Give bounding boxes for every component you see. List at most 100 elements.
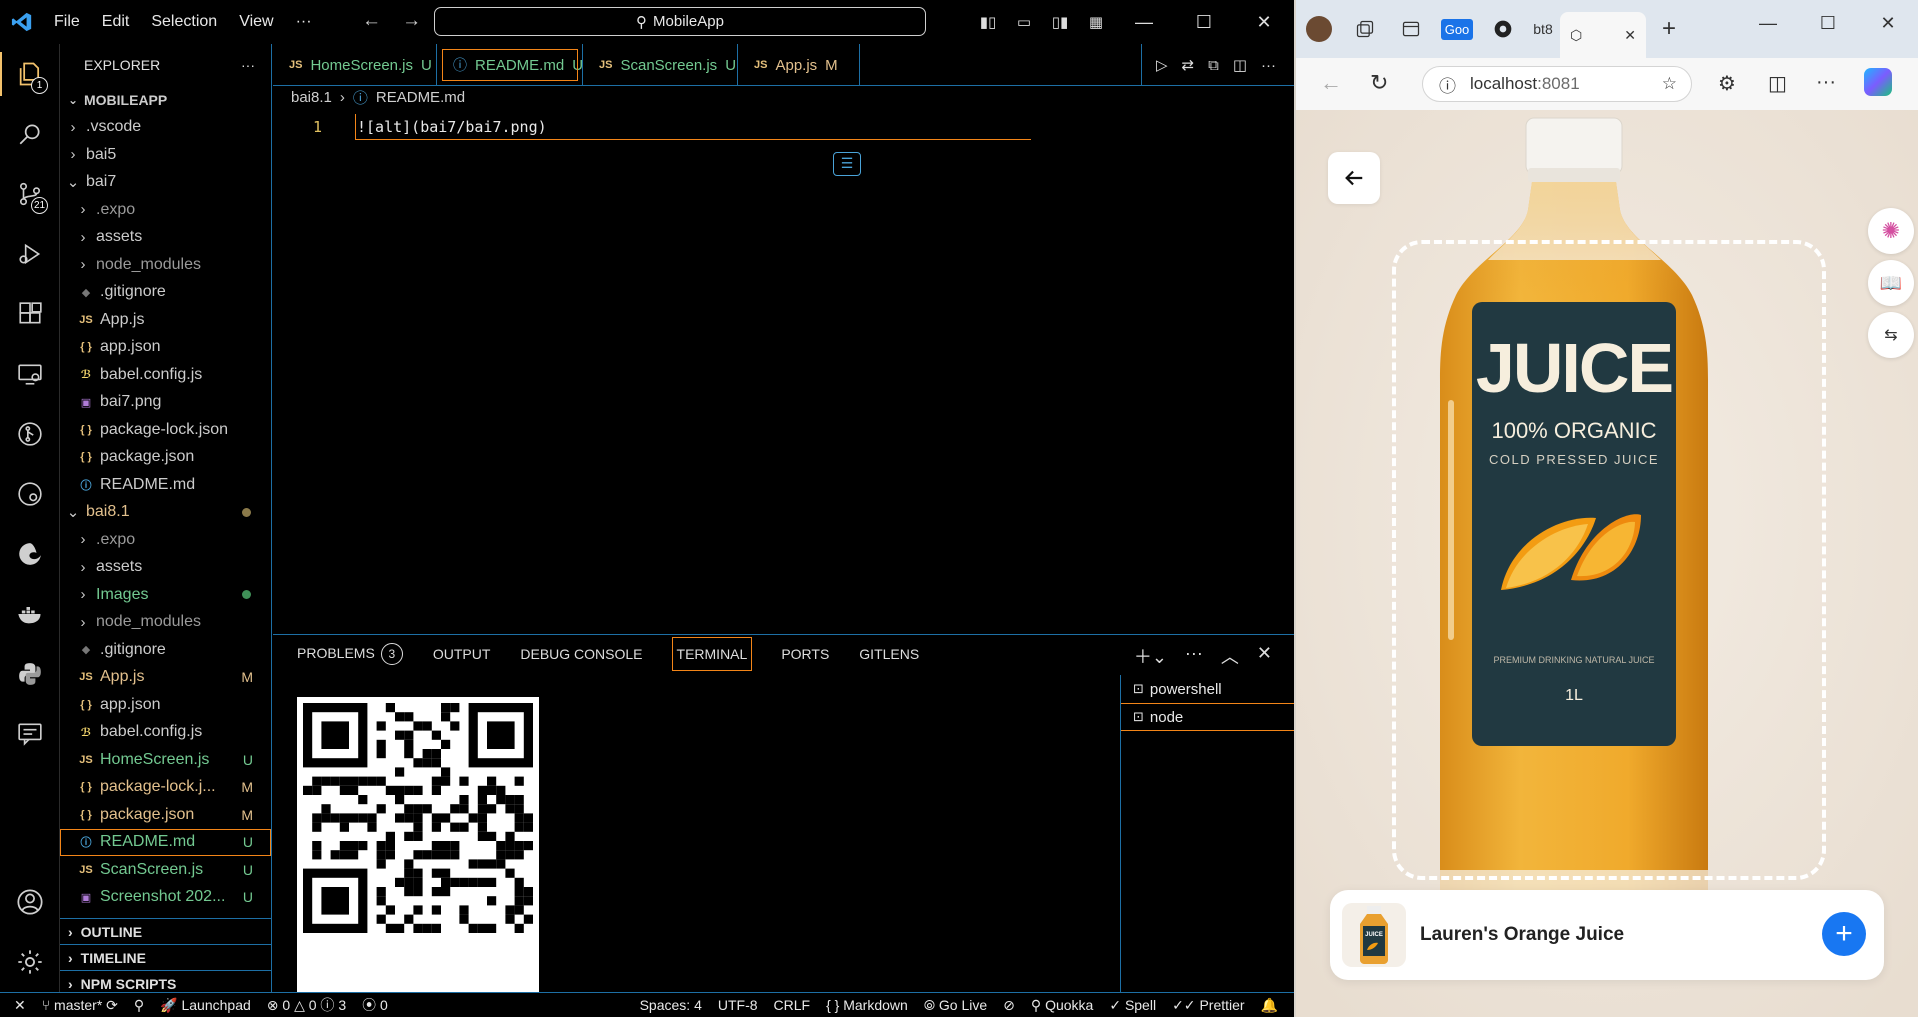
tab-actions-icon[interactable] (1388, 0, 1434, 58)
eol-status[interactable]: CRLF (774, 997, 811, 1013)
tree-file[interactable]: ▣ Screenshot 202... U (60, 884, 271, 912)
site-info-icon[interactable]: ⓘ (1439, 72, 1456, 97)
panel-tab-output[interactable]: OUTPUT (433, 646, 491, 662)
maximize-icon[interactable]: ☐ (1798, 13, 1858, 34)
browser-menu-icon[interactable]: ··· (1816, 71, 1836, 94)
new-tab-icon[interactable]: + (1646, 0, 1692, 58)
compare-icon[interactable]: ⇄ (1182, 56, 1195, 74)
tree-file[interactable]: { } app.json (60, 691, 271, 719)
editor-tab[interactable]: JS ScanScreen.js U (583, 44, 738, 86)
github-icon[interactable] (1480, 0, 1526, 58)
activity-gitlens-inspect[interactable] (0, 464, 60, 524)
split-editor-icon[interactable]: ◫ (1233, 56, 1247, 74)
panel-tab-gitlens[interactable]: GITLENS (859, 646, 919, 662)
translate-icon[interactable]: ⇆ (1868, 312, 1914, 358)
activity-remote-explorer[interactable] (0, 344, 60, 404)
command-center[interactable]: ⚲ MobileApp (434, 7, 926, 36)
breadcrumb-folder[interactable]: bai8.1 (291, 89, 332, 106)
quokka-status[interactable]: ⚲ Quokka (1031, 997, 1093, 1014)
maximize-panel-icon[interactable]: ︿ (1221, 643, 1239, 669)
refresh-icon[interactable]: ↻ (1370, 70, 1388, 96)
tree-folder[interactable]: › Images (60, 581, 271, 609)
terminal-node[interactable]: ⊡ node (1121, 703, 1294, 731)
back-arrow-icon[interactable]: ← (362, 10, 381, 31)
branch-status[interactable]: ⑂ master* ⟳ (42, 997, 118, 1014)
tree-folder[interactable]: › assets (60, 554, 271, 582)
tree-file[interactable]: JS App.js M (60, 664, 271, 692)
tree-folder[interactable]: › .expo (60, 526, 271, 554)
activity-manage[interactable] (0, 932, 60, 992)
open-preview-icon[interactable]: ⧉ (1208, 57, 1219, 74)
no-bell-icon[interactable]: ⊘ (1003, 997, 1015, 1014)
tree-folder[interactable]: › bai5 (60, 141, 271, 169)
workspaces-icon[interactable] (1342, 0, 1388, 58)
tree-folder[interactable]: ⌄ bai8.1 (60, 499, 271, 527)
tree-folder[interactable]: › .expo (60, 196, 271, 224)
menu-edit[interactable]: Edit (102, 13, 130, 31)
tree-file[interactable]: { } package.json M (60, 801, 271, 829)
tab-bt8[interactable]: bt8 (1526, 0, 1560, 58)
editor-tab[interactable]: JS HomeScreen.js U (273, 44, 437, 86)
back-button[interactable] (1328, 152, 1380, 204)
activity-python[interactable] (0, 644, 60, 704)
copilot-icon[interactable] (1864, 68, 1892, 96)
explorer-more-icon[interactable]: ··· (241, 57, 255, 73)
minimize-icon[interactable]: — (1114, 12, 1174, 33)
language-status[interactable]: { } Markdown (826, 997, 908, 1013)
toggle-panel-icon[interactable]: ▭ (1006, 13, 1042, 31)
close-panel-icon[interactable]: ✕ (1257, 643, 1272, 669)
panel-tab-debug-console[interactable]: DEBUG CONSOLE (520, 646, 642, 662)
menu-view[interactable]: View (239, 13, 273, 31)
problems-status[interactable]: ⊗ 0 △ 0 ⓘ 3 (267, 995, 346, 1015)
close-tab-icon[interactable]: ✕ (1624, 27, 1636, 44)
close-icon[interactable]: ✕ (1234, 12, 1294, 33)
project-root[interactable]: ⌄ MOBILEAPP (60, 86, 271, 114)
ports-status[interactable]: ⦿ 0 (362, 995, 388, 1015)
activity-extensions[interactable] (0, 284, 60, 344)
tree-file[interactable]: ℬbabel.config.js (60, 719, 271, 747)
panel-tab-terminal[interactable]: TERMINAL (671, 637, 753, 671)
toggle-secondary-sidebar-icon[interactable]: ▯▮ (1042, 13, 1078, 31)
tree-file[interactable]: ◆ .gitignore (60, 636, 271, 664)
back-arrow-icon[interactable]: ← (1320, 70, 1342, 96)
activity-accounts[interactable] (0, 872, 60, 932)
close-icon[interactable]: ✕ (1858, 13, 1918, 34)
panel-tab-problems[interactable]: PROBLEMS 3 (297, 643, 403, 665)
run-icon[interactable]: ▷ (1156, 56, 1168, 74)
tree-folder[interactable]: ⌄ bai7 (60, 169, 271, 197)
tree-file[interactable]: ◆ .gitignore (60, 279, 271, 307)
tree-folder[interactable]: › node_modules (60, 609, 271, 637)
breadcrumb-file[interactable]: README.md (376, 89, 465, 106)
activity-run-debug[interactable] (0, 224, 60, 284)
activity-docker[interactable] (0, 584, 60, 644)
spell-status[interactable]: ✓ Spell (1109, 997, 1156, 1014)
tree-file[interactable]: { } package-lock.json (60, 416, 271, 444)
profile-avatar[interactable] (1296, 0, 1342, 58)
activity-gitlens[interactable] (0, 404, 60, 464)
section-timeline[interactable]: › TIMELINE (60, 944, 272, 971)
code-line[interactable]: 1 ![alt](bai7/bai7.png) ☰ (273, 114, 1294, 176)
activity-explorer[interactable]: 1 (0, 44, 60, 104)
activity-comments[interactable] (0, 704, 60, 764)
indentation-status[interactable]: Spaces: 4 (640, 997, 702, 1013)
toggle-sidebar-icon[interactable]: ▮▯ (970, 13, 1006, 31)
tree-file[interactable]: { } app.json (60, 334, 271, 362)
section-outline[interactable]: › OUTLINE (60, 918, 272, 945)
tree-file[interactable]: ⓘ README.md (60, 471, 271, 499)
favorite-star-icon[interactable]: ☆ (1662, 74, 1677, 94)
notifications-icon[interactable]: 🔔 (1261, 997, 1278, 1014)
tree-file[interactable]: ▣ bai7.png (60, 389, 271, 417)
panel-tab-ports[interactable]: PORTS (781, 646, 829, 662)
new-terminal-icon[interactable]: ＋⌄ (1134, 643, 1167, 669)
tree-file[interactable]: { } package-lock.j... M (60, 774, 271, 802)
tree-folder[interactable]: › .vscode (60, 114, 271, 142)
tree-file[interactable]: JS App.js (60, 306, 271, 334)
address-bar[interactable]: ⓘ localhost:8081 ☆ (1422, 66, 1692, 102)
launchpad-status[interactable]: 🚀 Launchpad (160, 997, 251, 1014)
customize-layout-icon[interactable]: ▦ (1078, 13, 1114, 31)
tree-file[interactable]: { } package.json (60, 444, 271, 472)
more-actions-icon[interactable]: ··· (1261, 57, 1276, 74)
add-button[interactable]: + (1822, 912, 1866, 956)
code-action-icon[interactable]: ☰ (833, 152, 861, 176)
forward-arrow-icon[interactable]: → (402, 10, 421, 31)
